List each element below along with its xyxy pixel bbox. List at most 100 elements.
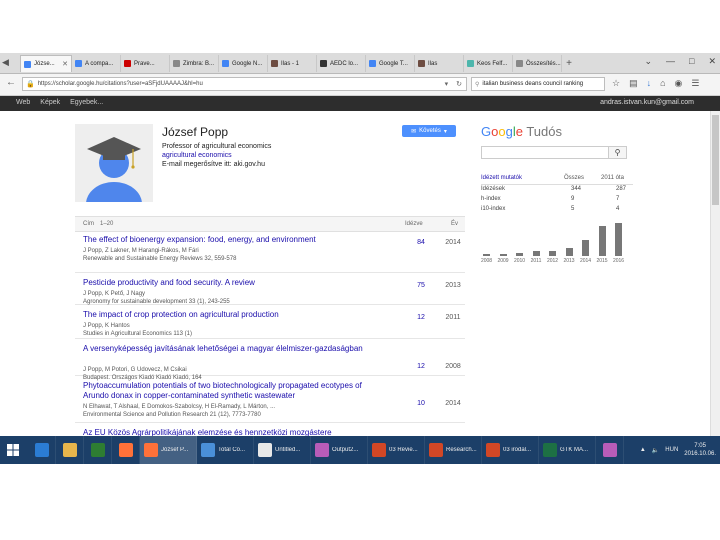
tab-favicon-icon xyxy=(271,60,278,67)
language-indicator[interactable]: HUN xyxy=(665,447,678,453)
metrics-row: i10-index 5 4 xyxy=(481,206,633,215)
google-scholar-logo[interactable]: Google Tudós xyxy=(481,124,562,139)
download-icon[interactable]: ↓ xyxy=(647,78,652,89)
browser-tab[interactable]: A compa... xyxy=(72,55,121,72)
taskbar-app[interactable]: 03 irodal... xyxy=(482,436,539,464)
chart-tick-label: 2008 xyxy=(480,258,493,264)
sort-title-header[interactable]: Cím xyxy=(83,221,94,227)
article-cited-count[interactable]: 12 xyxy=(411,363,431,370)
clock[interactable]: 7:05 2016.10.06. xyxy=(684,442,716,458)
browser-tab[interactable]: Google T... xyxy=(366,55,415,72)
dropdown-icon[interactable]: ▾ xyxy=(445,80,449,88)
maximize-icon[interactable]: □ xyxy=(689,56,694,67)
back-icon[interactable]: ← xyxy=(6,77,16,88)
browser-tab[interactable]: Zimbra: B... xyxy=(170,55,219,72)
gbar-link-more[interactable]: Egyebek... xyxy=(70,99,103,106)
chart-bar[interactable] xyxy=(598,226,606,256)
close-tab-icon[interactable]: ✕ xyxy=(62,60,68,68)
address-bar[interactable]: 🔒 https://scholar.google.hu/citations?us… xyxy=(22,77,467,91)
article-title-link[interactable]: The impact of crop protection on agricul… xyxy=(83,310,343,320)
taskbar-app-label: József P... xyxy=(161,447,189,453)
chart-bar[interactable] xyxy=(532,251,540,256)
tab-scroll-arrows[interactable]: ◀ xyxy=(2,57,9,68)
browser-tab[interactable]: Prave... xyxy=(121,55,170,72)
account-email[interactable]: andras.istvan.kun@gmail.com xyxy=(600,99,694,106)
taskbar-app-label: Output2... xyxy=(332,447,359,453)
taskbar-app[interactable] xyxy=(28,436,56,464)
taskbar-app[interactable]: József P... xyxy=(140,436,197,464)
gbar-link-images[interactable]: Képek xyxy=(40,99,60,106)
page-scrollbar[interactable] xyxy=(710,111,720,436)
article-cited-count[interactable]: 84 xyxy=(411,239,431,246)
article-cited-count[interactable]: 10 xyxy=(411,400,431,407)
taskbar-app[interactable]: Research... xyxy=(425,436,482,464)
app-icon xyxy=(486,443,500,457)
browser-tab[interactable]: Google N... xyxy=(219,55,268,72)
follow-label: Követés xyxy=(419,128,441,134)
mail-icon: ✉ xyxy=(411,128,417,135)
menu-icon[interactable]: ☰ xyxy=(691,78,699,89)
tray-arrow-icon[interactable]: ▲ xyxy=(640,447,646,453)
article-title-link[interactable]: Pesticide productivity and food security… xyxy=(83,278,343,288)
article-authors: J Popp, M Potori, G Udovecz, M Csikai xyxy=(83,367,187,373)
taskbar-app[interactable] xyxy=(56,436,84,464)
follow-button[interactable]: ✉ Követés ▾ xyxy=(402,125,456,137)
app-icon xyxy=(372,443,386,457)
article-title-link[interactable]: A versenyképesség javításának lehetősége… xyxy=(83,344,383,354)
app-icon xyxy=(62,443,77,457)
article-authors: J Popp, K Hantos xyxy=(83,323,130,329)
search-box[interactable]: ⚲ italian business deans council ranking xyxy=(471,77,605,91)
taskbar-app[interactable]: Total Co... xyxy=(197,436,254,464)
taskbar-app[interactable]: Untitled... xyxy=(254,436,311,464)
article-title-link[interactable]: The effect of bioenergy expansion: food,… xyxy=(83,235,343,245)
taskbar-app[interactable] xyxy=(112,436,140,464)
article-title-link[interactable]: Phytoaccumulation potentials of two biot… xyxy=(83,381,383,401)
reading-list-icon[interactable]: ▤ xyxy=(629,78,638,89)
start-button[interactable] xyxy=(0,436,26,464)
metrics-title[interactable]: Idézett mutatók xyxy=(481,175,522,181)
profile-name: József Popp xyxy=(162,125,229,139)
taskbar-app[interactable] xyxy=(84,436,112,464)
chart-bar[interactable] xyxy=(615,223,622,256)
profile-interest-link[interactable]: agricultural economics xyxy=(162,152,232,159)
metrics-row: h-index 9 7 xyxy=(481,196,633,205)
pocket-icon[interactable]: ◉ xyxy=(675,78,683,89)
article-venue: Renewable and Sustainable Energy Reviews… xyxy=(83,256,237,262)
minimize-icon[interactable]: — xyxy=(666,56,675,67)
taskbar-app[interactable]: GTK MA... xyxy=(539,436,596,464)
tab-list-icon[interactable]: ⌄ xyxy=(644,56,652,67)
taskbar-app[interactable]: 03 Revie... xyxy=(368,436,425,464)
magnifier-icon: ⚲ xyxy=(614,148,621,157)
close-window-icon[interactable]: ✕ xyxy=(708,56,716,67)
browser-tab[interactable]: Ilas - 1 xyxy=(268,55,317,72)
chart-bar[interactable] xyxy=(582,239,589,256)
tab-favicon-icon xyxy=(75,60,82,67)
new-tab-button[interactable]: + xyxy=(562,55,576,72)
browser-tab[interactable]: Összesítés... xyxy=(513,55,562,72)
browser-tab[interactable]: AEDC lo... xyxy=(317,55,366,72)
chart-bar[interactable] xyxy=(516,252,523,256)
article-cited-count[interactable]: 75 xyxy=(411,282,431,289)
reload-icon[interactable]: ↻ xyxy=(456,80,462,88)
tab-label: Google N... xyxy=(232,60,263,67)
browser-tab[interactable]: Ilas xyxy=(415,55,464,72)
sort-cited-header[interactable]: Idézve xyxy=(405,221,423,227)
chart-bar[interactable] xyxy=(565,248,573,256)
sort-year-header[interactable]: Év xyxy=(451,221,458,227)
browser-tab[interactable]: Keos Felf... xyxy=(464,55,513,72)
star-icon[interactable]: ☆ xyxy=(612,78,620,89)
tabs: Józse... ✕ A compa... Prave... Zimbra: B... G… xyxy=(20,55,576,73)
chart-bar[interactable] xyxy=(549,251,556,256)
taskbar-app[interactable] xyxy=(596,436,624,464)
scholar-search-button[interactable]: ⚲ xyxy=(609,146,627,159)
scholar-search-input[interactable] xyxy=(481,146,609,159)
article-cited-count[interactable]: 12 xyxy=(411,314,431,321)
gbar-link-web[interactable]: Web xyxy=(16,99,30,106)
taskbar-app[interactable]: Output2... xyxy=(311,436,368,464)
browser-tab[interactable]: Józse... ✕ xyxy=(20,55,72,72)
volume-icon[interactable]: 🔈 xyxy=(652,447,659,454)
home-icon[interactable]: ⌂ xyxy=(660,78,665,89)
chart-bar[interactable] xyxy=(483,254,490,256)
chart-bar[interactable] xyxy=(499,253,507,256)
scrollbar-thumb[interactable] xyxy=(712,115,719,205)
